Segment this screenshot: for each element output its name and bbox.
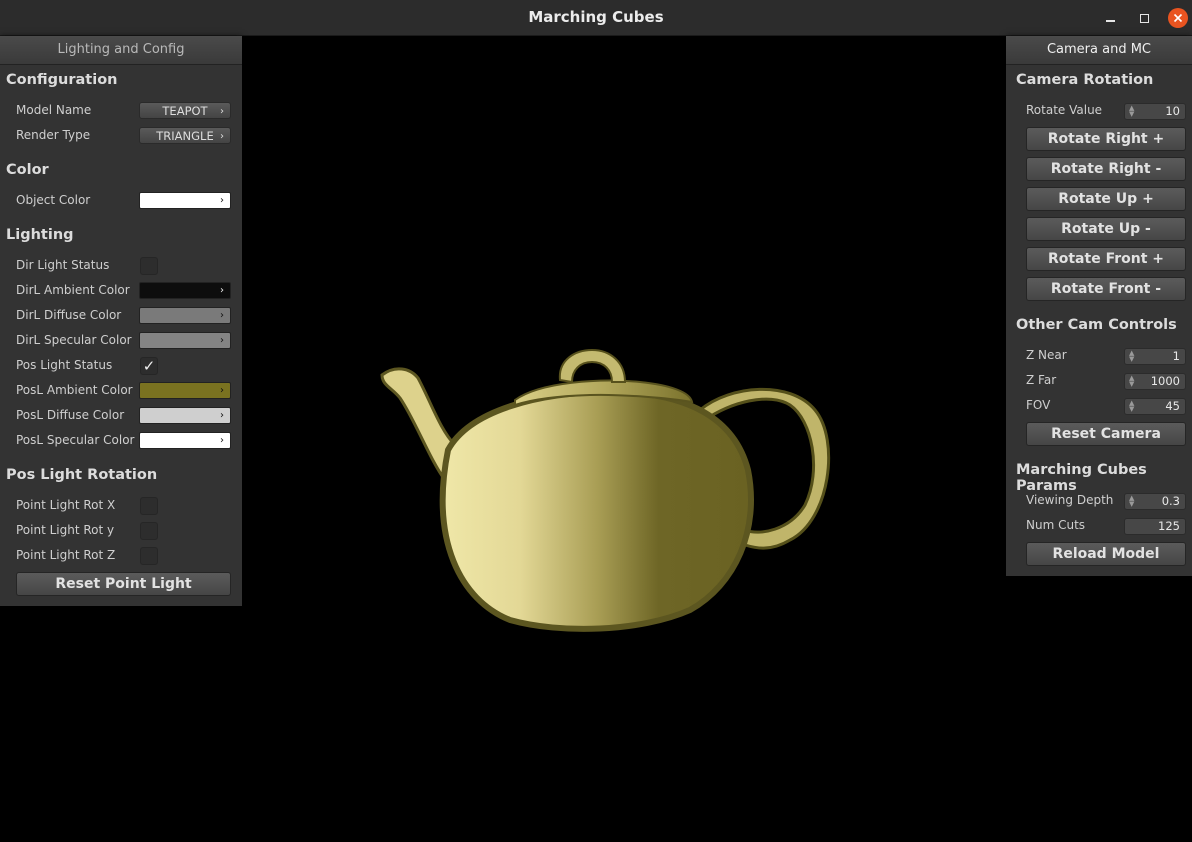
reset-camera-button[interactable]: Reset Camera — [1026, 422, 1186, 446]
section-lighting: Lighting — [6, 227, 74, 243]
chevron-right-icon: › — [220, 410, 224, 421]
znear-spinner[interactable]: ▲ ▼ 1 — [1124, 348, 1186, 365]
rotate-right-minus-button[interactable]: Rotate Right - — [1026, 157, 1186, 181]
spinner-arrows-icon: ▲ ▼ — [1129, 494, 1135, 508]
posl-ambient-label: PosL Ambient Color — [16, 383, 133, 397]
section-mc-params: Marching Cubes Params — [1016, 462, 1147, 494]
fov-spinner[interactable]: ▲ ▼ 45 — [1124, 398, 1186, 415]
close-icon[interactable] — [1168, 8, 1188, 28]
num-cuts-label: Num Cuts — [1026, 518, 1086, 532]
rotate-front-plus-button[interactable]: Rotate Front + — [1026, 247, 1186, 271]
chevron-right-icon: › — [220, 310, 224, 321]
posl-specular-label: PosL Specular Color — [16, 433, 135, 447]
window-titlebar: Marching Cubes — [0, 0, 1192, 36]
dirl-ambient-label: DirL Ambient Color — [16, 283, 130, 297]
panel-header[interactable]: Lighting and Config — [0, 36, 242, 65]
model-name-value: TEAPOT — [162, 104, 208, 118]
rot-z-label: Point Light Rot Z — [16, 548, 116, 562]
section-configuration: Configuration — [6, 72, 118, 88]
rotate-value-spinner[interactable]: ▲ ▼ 10 — [1124, 103, 1186, 120]
viewing-depth-label: Viewing Depth — [1026, 493, 1114, 507]
dirl-diffuse-swatch[interactable]: › — [139, 307, 231, 324]
rot-y-label: Point Light Rot y — [16, 523, 115, 537]
rot-x-checkbox[interactable] — [140, 497, 158, 515]
chevron-right-icon: › — [220, 435, 224, 446]
chevron-right-icon: › — [220, 195, 224, 206]
pos-light-status-checkbox[interactable]: ✓ — [140, 357, 158, 375]
rot-y-checkbox[interactable] — [140, 522, 158, 540]
section-color: Color — [6, 162, 49, 178]
spinner-arrows-icon: ▲ ▼ — [1129, 104, 1135, 118]
render-type-label: Render Type — [16, 128, 91, 142]
viewing-depth-spinner[interactable]: ▲ ▼ 0.3 — [1124, 493, 1186, 510]
rotate-up-minus-button[interactable]: Rotate Up - — [1026, 217, 1186, 241]
chevron-right-icon: › — [220, 335, 224, 346]
object-color-label: Object Color — [16, 193, 91, 207]
model-name-select[interactable]: TEAPOT › — [139, 102, 231, 119]
model-name-label: Model Name — [16, 103, 92, 117]
spinner-arrows-icon: ▲ ▼ — [1129, 374, 1135, 388]
posl-ambient-swatch[interactable]: › — [139, 382, 231, 399]
spinner-arrows-icon: ▲ ▼ — [1129, 349, 1135, 363]
dirl-ambient-swatch[interactable]: › — [139, 282, 231, 299]
render-type-value: TRIANGLE — [156, 129, 214, 143]
dirl-specular-label: DirL Specular Color — [16, 333, 132, 347]
posl-diffuse-swatch[interactable]: › — [139, 407, 231, 424]
render-type-select[interactable]: TRIANGLE › — [139, 127, 231, 144]
rotate-value-label: Rotate Value — [1026, 103, 1103, 117]
rotate-right-plus-button[interactable]: Rotate Right + — [1026, 127, 1186, 151]
rotate-up-plus-button[interactable]: Rotate Up + — [1026, 187, 1186, 211]
dirl-diffuse-label: DirL Diffuse Color — [16, 308, 122, 322]
zfar-label: Z Far — [1026, 373, 1057, 387]
znear-label: Z Near — [1026, 348, 1067, 362]
reload-model-button[interactable]: Reload Model — [1026, 542, 1186, 566]
object-color-swatch[interactable]: › — [139, 192, 231, 209]
minimize-icon[interactable] — [1100, 8, 1120, 28]
maximize-icon[interactable] — [1134, 8, 1154, 28]
section-pos-light-rotation: Pos Light Rotation — [6, 467, 158, 483]
chevron-right-icon: › — [220, 285, 224, 296]
fov-label: FOV — [1026, 398, 1051, 412]
rotate-front-minus-button[interactable]: Rotate Front - — [1026, 277, 1186, 301]
posl-specular-swatch[interactable]: › — [139, 432, 231, 449]
dirl-specular-swatch[interactable]: › — [139, 332, 231, 349]
dir-light-status-checkbox[interactable] — [140, 257, 158, 275]
chevron-right-icon: › — [220, 106, 224, 117]
posl-diffuse-label: PosL Diffuse Color — [16, 408, 125, 422]
dir-light-status-label: Dir Light Status — [16, 258, 110, 272]
chevron-right-icon: › — [220, 131, 224, 142]
rot-x-label: Point Light Rot X — [16, 498, 116, 512]
chevron-right-icon: › — [220, 385, 224, 396]
window-title: Marching Cubes — [528, 8, 664, 26]
section-other-cam-controls: Other Cam Controls — [1016, 317, 1177, 333]
zfar-spinner[interactable]: ▲ ▼ 1000 — [1124, 373, 1186, 390]
checkmark-icon: ✓ — [142, 357, 156, 375]
reset-point-light-button[interactable]: Reset Point Light — [16, 572, 231, 596]
spinner-arrows-icon: ▲ ▼ — [1129, 399, 1135, 413]
panel-header[interactable]: Camera and MC — [1006, 36, 1192, 65]
pos-light-status-label: Pos Light Status — [16, 358, 113, 372]
section-camera-rotation: Camera Rotation — [1016, 72, 1154, 88]
rot-z-checkbox[interactable] — [140, 547, 158, 565]
num-cuts-field[interactable]: 125 — [1124, 518, 1186, 535]
